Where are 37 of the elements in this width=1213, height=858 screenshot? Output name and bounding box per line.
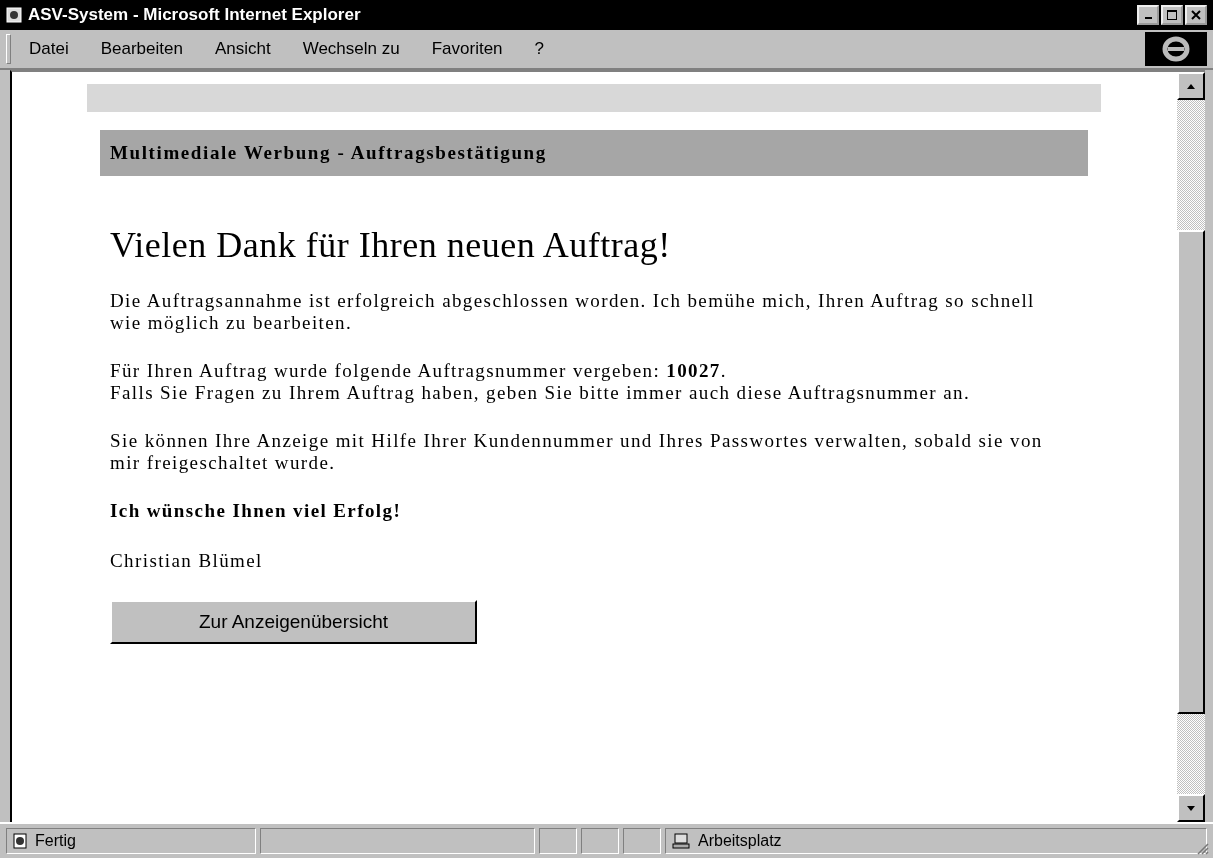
menu-item[interactable]: Datei xyxy=(29,39,69,59)
window-title: ASV-System - Microsoft Internet Explorer xyxy=(28,5,362,25)
paragraph: Sie können Ihre Anzeige mit Hilfe Ihrer Kundennummer und Ihres Passwortes verwalten, sobald sie von mir freigeschaltet wurde. xyxy=(110,430,1044,474)
minimize-icon xyxy=(1144,17,1152,19)
logo-icon xyxy=(1161,34,1191,64)
up-arrow-icon xyxy=(1187,83,1195,89)
header-text: Multimediale Werbung - Auftragsbestätigung xyxy=(110,142,547,164)
status-cell xyxy=(539,828,577,854)
paragraph: Falls Sie Fragen zu Ihrem Auftrag haben, geben Sie bitte immer auch diese Auftragsnummer an. xyxy=(110,382,972,404)
status-cell xyxy=(623,828,661,854)
signature: Christian Blümel xyxy=(110,550,264,572)
page-icon xyxy=(6,7,22,23)
scroll-up-button[interactable] xyxy=(1177,72,1205,100)
closing-text: Ich wünsche Ihnen viel Erfolg! xyxy=(110,500,403,522)
minimize-button[interactable] xyxy=(1137,5,1159,25)
computer-icon xyxy=(672,833,690,849)
menu-item[interactable]: Favoriten xyxy=(431,39,503,59)
scroll-down-button[interactable] xyxy=(1177,794,1205,822)
status-cell xyxy=(581,828,619,854)
close-button[interactable] xyxy=(1185,5,1207,25)
menu-item[interactable]: ? xyxy=(534,39,545,59)
menu-item[interactable]: Ansicht xyxy=(214,39,271,59)
menu-item[interactable]: Wechseln zu xyxy=(302,39,400,59)
overview-button[interactable]: Zur Anzeigenübersicht xyxy=(110,600,477,644)
down-arrow-icon xyxy=(1187,805,1195,811)
maximize-button[interactable] xyxy=(1161,5,1183,25)
paragraph: Die Auftragsannahme ist erfolgreich abgeschlossen worden. Ich bemühe mich, Ihren Auftrag so schnell wie möglich zu bearbeiten. xyxy=(110,290,1036,334)
close-icon xyxy=(1191,10,1201,20)
maximize-icon xyxy=(1167,10,1177,20)
menu-item[interactable]: Bearbeiten xyxy=(100,39,183,59)
page-icon xyxy=(13,833,27,849)
scroll-thumb[interactable] xyxy=(1177,230,1205,714)
zone-text: Arbeitsplatz xyxy=(698,832,782,850)
page-heading: Vielen Dank für Ihren neuen Auftrag! xyxy=(110,224,672,266)
status-text: Fertig xyxy=(35,832,76,850)
paragraph: Für Ihren Auftrag wurde folgende Auftragsnummer vergeben: 10027. xyxy=(110,360,728,382)
resize-grip-icon[interactable] xyxy=(1195,841,1209,855)
